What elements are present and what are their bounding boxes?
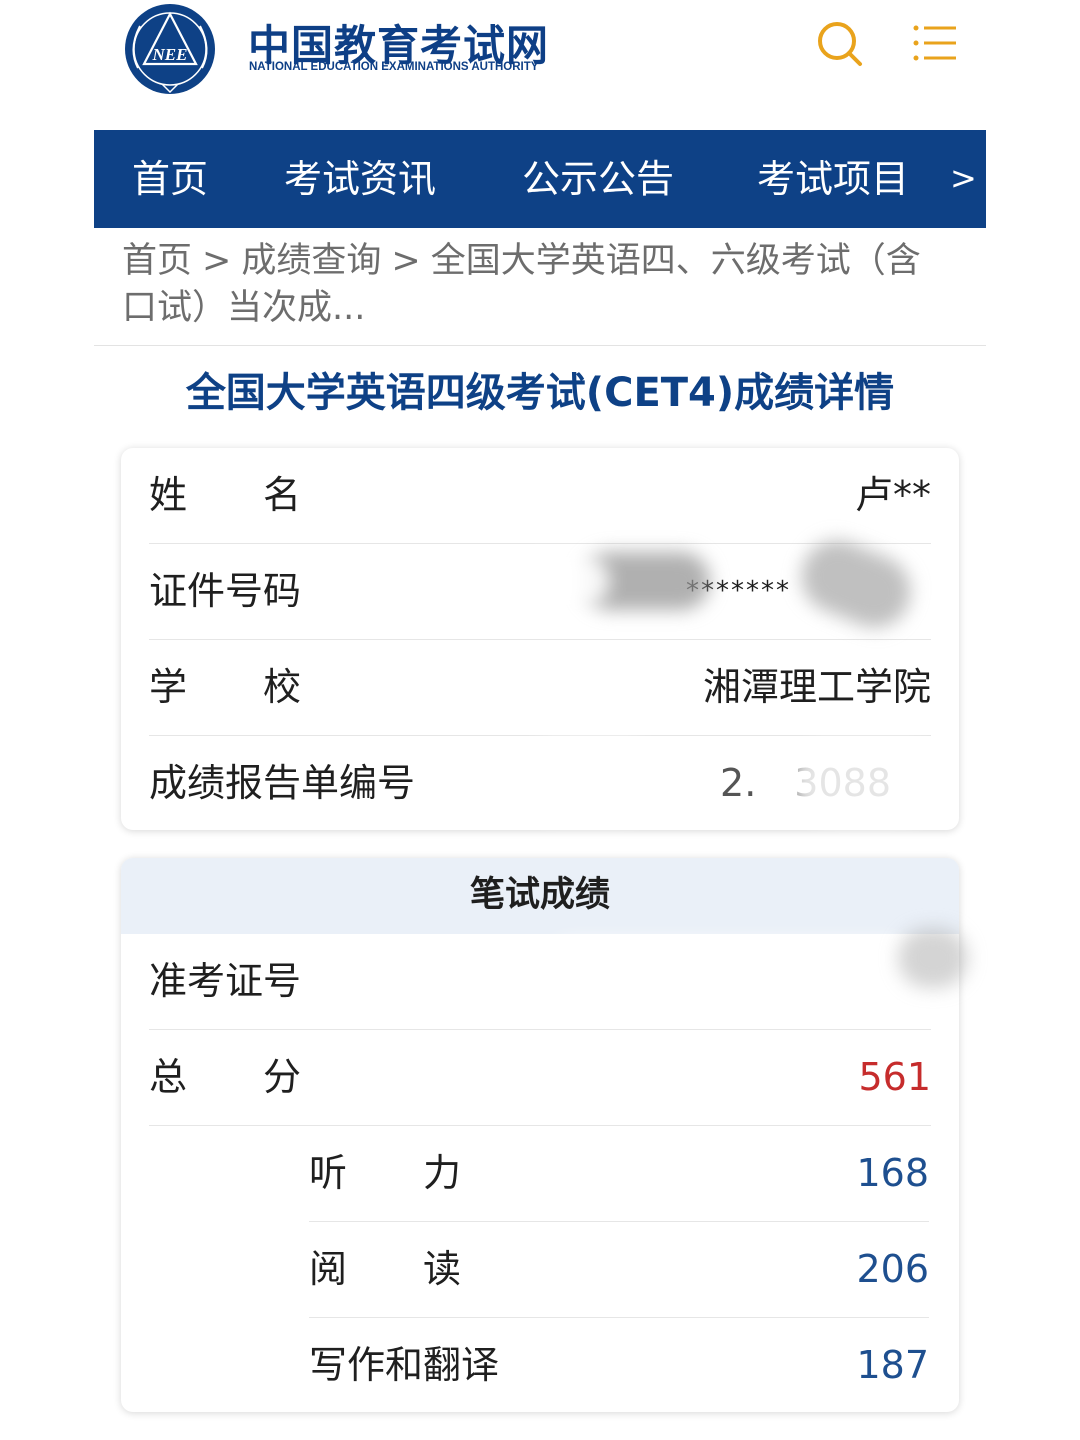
candidate-info-card: 姓 名 卢** 证件号码 ******* 学 校 湘潭理工学院 成绩报告单编号 … (121, 448, 959, 830)
writing-translation-score: 187 (856, 1343, 929, 1387)
emblem-text: NEE (152, 45, 188, 64)
writing-row: 写作和翻译 187 (309, 1318, 929, 1412)
nav-item-exam-news[interactable]: 考试资讯 (284, 130, 436, 228)
id-row: 证件号码 ******* (149, 544, 931, 640)
main-nav: 首页 考试资讯 公示公告 考试项目 > (94, 130, 986, 228)
school-label: 学 校 (149, 665, 302, 709)
nav-more-arrow-icon[interactable]: > (950, 130, 977, 228)
total-label: 总 分 (149, 1055, 302, 1099)
ticket-row: 准考证号 (149, 934, 931, 1030)
writing-translation-label: 写作和翻译 (309, 1343, 500, 1387)
ticket-number-label: 准考证号 (149, 959, 302, 1003)
page: NEE 中国教育考试网 NATIONAL EDUCATION EXAMINATI… (0, 0, 1080, 1440)
breadcrumb-separator: > (202, 241, 232, 281)
nav-item-exam-projects[interactable]: 考试项目 (757, 130, 909, 228)
nav-item-home[interactable]: 首页 (132, 130, 208, 228)
id-value: ******* (686, 576, 791, 606)
school-value: 湘潭理工学院 (702, 665, 931, 709)
id-label: 证件号码 (149, 569, 302, 613)
name-label: 姓 名 (149, 473, 302, 517)
written-score-heading: 笔试成绩 (121, 858, 959, 934)
breadcrumb: 首页 > 成绩查询 > 全国大学英语四、六级考试（含口试）当次成... (122, 238, 942, 332)
menu-button[interactable] (910, 18, 962, 70)
search-icon (818, 22, 862, 66)
total-score: 561 (858, 1055, 931, 1099)
divider (94, 345, 986, 346)
name-row: 姓 名 卢** (149, 448, 931, 544)
nav-item-announcements[interactable]: 公示公告 (522, 130, 674, 228)
report-number-label: 成绩报告单编号 (149, 761, 416, 805)
search-button[interactable] (814, 18, 866, 70)
listening-label: 听 力 (309, 1151, 462, 1195)
breadcrumb-home[interactable]: 首页 (122, 241, 192, 281)
report-row: 成绩报告单编号 2. 3088 (149, 736, 931, 831)
page-title: 全国大学英语四级考试(CET4)成绩详情 (185, 370, 895, 416)
written-score-card: 笔试成绩 准考证号 总 分 561 听 力 168 阅 读 206 写作和翻译 … (121, 858, 959, 1412)
reading-label: 阅 读 (309, 1247, 462, 1291)
neea-emblem-icon[interactable]: NEE (118, 2, 222, 96)
listening-score: 168 (856, 1151, 929, 1195)
report-number-value: 2. 3088 (720, 761, 891, 805)
site-header: NEE 中国教育考试网 NATIONAL EDUCATION EXAMINATI… (0, 0, 1080, 130)
total-row: 总 分 561 (149, 1030, 931, 1126)
breadcrumb-score-query[interactable]: 成绩查询 (241, 241, 381, 281)
listening-row: 听 力 168 (309, 1126, 929, 1222)
breadcrumb-separator: > (391, 241, 421, 281)
reading-score: 206 (856, 1247, 929, 1291)
school-row: 学 校 湘潭理工学院 (149, 640, 931, 736)
site-subtitle: NATIONAL EDUCATION EXAMINATIONS AUTHORIT… (249, 61, 539, 73)
menu-icon (913, 25, 956, 61)
name-value: 卢** (854, 473, 931, 517)
reading-row: 阅 读 206 (309, 1222, 929, 1318)
